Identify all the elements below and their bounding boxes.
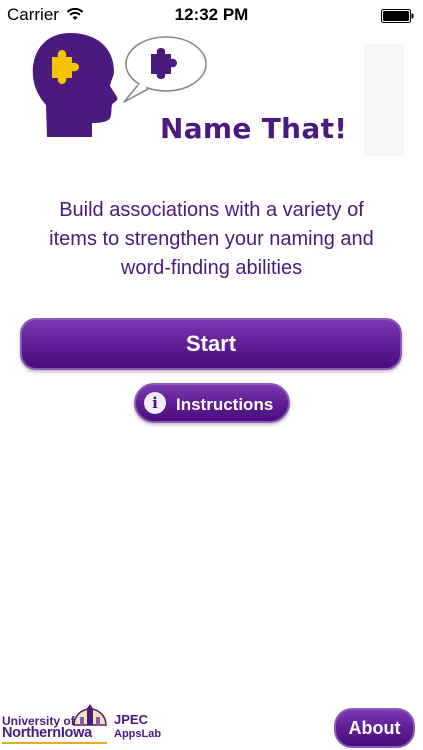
instructions-button-label: Instructions xyxy=(176,395,274,414)
status-bar: Carrier 12:32 PM xyxy=(0,0,423,30)
tagline: Build associations with a variety of ite… xyxy=(20,196,403,283)
head-with-puzzle-icon xyxy=(32,33,118,137)
start-button-label: Start xyxy=(185,331,237,356)
start-button[interactable]: Start xyxy=(20,318,402,370)
appslab-label: AppsLab xyxy=(114,728,162,740)
tagline-line: Build associations with a variety of xyxy=(59,199,364,221)
university-logo-underline xyxy=(2,742,107,744)
about-button[interactable]: About xyxy=(334,708,415,748)
decorative-panel xyxy=(364,44,404,156)
tagline-line: items to strengthen your naming and xyxy=(49,228,374,250)
tagline-line: word-finding abilities xyxy=(120,257,303,279)
jpec-label: JPEC xyxy=(114,712,148,727)
about-button-label: About xyxy=(348,717,401,738)
clock-time: 12:32 PM xyxy=(174,5,249,24)
battery-icon xyxy=(381,9,414,23)
campanile-seal-icon xyxy=(73,704,107,726)
speech-bubble-puzzle-icon xyxy=(123,36,207,103)
info-icon: i xyxy=(144,392,166,414)
app-logo-title: Name That! xyxy=(160,112,348,145)
instructions-button[interactable]: i Instructions xyxy=(134,383,290,423)
university-logo-name: NorthernIowa xyxy=(2,725,92,741)
